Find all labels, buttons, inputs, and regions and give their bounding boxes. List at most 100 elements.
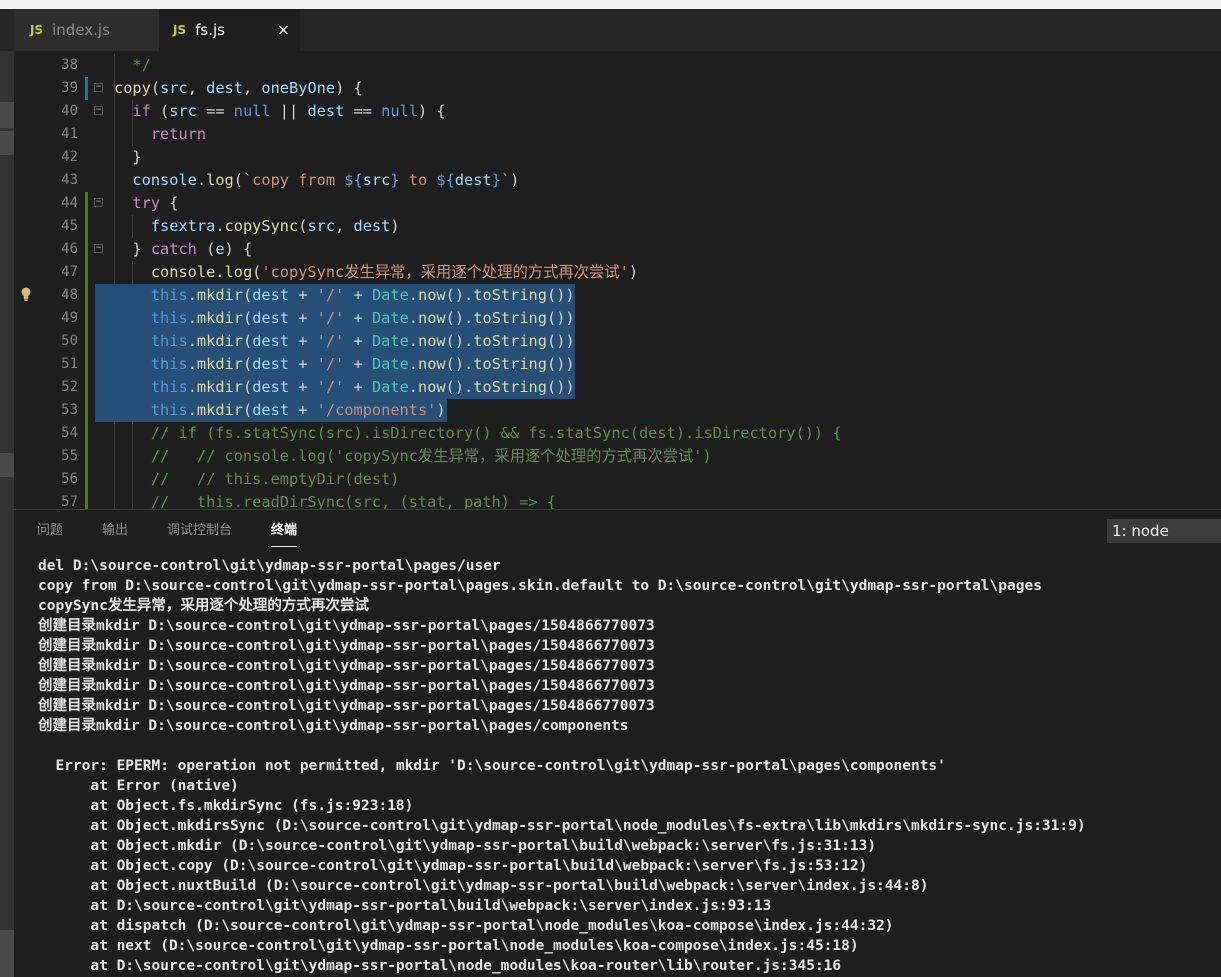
code-token: log: [206, 171, 234, 189]
code-token: Date: [371, 355, 409, 373]
tab-problems[interactable]: 问题: [37, 522, 63, 546]
code-token: now: [418, 378, 446, 396]
terminal-line: 创建目录mkdir D:\source-control\git\ydmap-ss…: [38, 658, 655, 674]
code-line: 42 }: [14, 146, 1221, 169]
gutter-added-marker: [85, 284, 88, 307]
code-token: console: [132, 171, 197, 189]
code-token: now: [418, 286, 446, 304]
code-line: 43 console.log(`copy from ${src} to ${de…: [14, 169, 1221, 192]
code-line: 38 */: [14, 54, 1221, 77]
code-token: now: [418, 309, 446, 327]
code-token: if: [132, 102, 151, 120]
code-text: */: [114, 54, 150, 77]
tab-fs-js[interactable]: JS fs.js ×: [159, 9, 300, 51]
gutter-added-marker: [85, 376, 88, 399]
fold-icon[interactable]: −: [94, 106, 103, 115]
code-token: dest: [206, 79, 243, 97]
code-token: try: [132, 194, 161, 212]
code-token: // this.readDirSync(src, (stat, path) =>…: [114, 493, 557, 509]
code-token: src: [362, 171, 391, 189]
code-editor[interactable]: 38 */ 39 − copy(src, dest, oneByOne) { 4…: [14, 51, 1221, 509]
code-token: copy: [114, 79, 151, 97]
code-text: // // console.log('copySync发生异常，采用逐个处理的方…: [114, 445, 712, 468]
code-token: this: [150, 401, 188, 419]
code-text: this.mkdir(dest + '/' + Date.now().toStr…: [150, 378, 575, 396]
code-token: dest: [252, 286, 290, 304]
js-file-icon: JS: [30, 23, 44, 37]
code-token: }: [390, 171, 400, 189]
code-token: '/': [316, 355, 345, 373]
code-text: fsextra.copySync(src, dest): [150, 217, 400, 235]
code-token: mkdir: [196, 286, 243, 304]
gutter-added-marker: [85, 192, 88, 215]
gutter-added-marker: [85, 422, 88, 445]
code-text: copy(src, dest, oneByOne) {: [114, 79, 363, 97]
line-number: 38: [61, 57, 78, 73]
code-token: now: [418, 332, 446, 350]
code-line: 56 // // this.emptyDir(dest): [14, 468, 1221, 491]
code-line: 41 return: [14, 123, 1221, 146]
line-number: 57: [61, 494, 78, 509]
line-number: 49: [61, 310, 78, 326]
code-token: null: [381, 102, 418, 120]
code-text: }: [114, 148, 142, 166]
terminal-line: at Error (native): [38, 778, 239, 794]
code-line: 51 this.mkdir(dest + '/' + Date.now().to…: [14, 353, 1221, 376]
line-number: 47: [61, 264, 78, 280]
fold-icon[interactable]: −: [94, 83, 103, 92]
code-token: dest: [252, 355, 290, 373]
fold-icon[interactable]: −: [94, 198, 103, 207]
code-token: src: [307, 217, 336, 235]
close-icon[interactable]: ×: [277, 20, 290, 40]
code-token: to: [399, 171, 437, 189]
terminal-line: copy from D:\source-control\git\ydmap-ss…: [38, 578, 1042, 594]
code-token: this: [150, 355, 188, 373]
code-text: // this.readDirSync(src, (stat, path) =>…: [114, 491, 556, 509]
terminal-line: del D:\source-control\git\ydmap-ssr-port…: [38, 558, 501, 574]
terminal-line: at Object.nuxtBuild (D:\source-control\g…: [38, 878, 929, 894]
bottom-panel: 问题 输出 调试控制台 终端 1: node del D:\source-con…: [14, 510, 1221, 977]
code-line: 50 this.mkdir(dest + '/' + Date.now().to…: [14, 330, 1221, 353]
code-line: 40 − if (src == null || dest == null) {: [14, 100, 1221, 123]
code-token: oneByOne: [261, 79, 336, 97]
code-token: toString: [473, 378, 547, 396]
code-token: toString: [473, 309, 547, 327]
code-token: this: [150, 332, 188, 350]
gutter-added-marker: [85, 399, 88, 422]
tab-index-js[interactable]: JS index.js: [14, 9, 159, 51]
line-number: 43: [61, 172, 78, 188]
terminal-output[interactable]: del D:\source-control\git\ydmap-ssr-port…: [38, 556, 1218, 976]
terminal-select[interactable]: 1: node: [1107, 519, 1221, 543]
panel-tab-bar: 问题 输出 调试控制台 终端 1: node: [14, 510, 1221, 548]
code-text: this.mkdir(dest + '/' + Date.now().toStr…: [150, 332, 575, 350]
code-token: dest: [252, 332, 290, 350]
terminal-line: Error: EPERM: operation not permitted, m…: [38, 758, 946, 774]
line-number: 40: [61, 103, 78, 119]
code-token: mkdir: [196, 401, 243, 419]
terminal-line: at Object.mkdir (D:\source-control\git\y…: [38, 838, 877, 854]
tab-debug-console[interactable]: 调试控制台: [167, 522, 232, 546]
code-token: `copy from: [242, 171, 345, 189]
code-line: 52 this.mkdir(dest + '/' + Date.now().to…: [14, 376, 1221, 399]
tab-output[interactable]: 输出: [102, 522, 128, 546]
code-line: 39 − copy(src, dest, oneByOne) {: [14, 77, 1221, 100]
code-token: '/': [316, 378, 345, 396]
tab-terminal[interactable]: 终端: [271, 522, 298, 547]
code-token: ${: [436, 171, 455, 189]
code-text: this.mkdir(dest + '/' + Date.now().toStr…: [150, 309, 575, 327]
code-line: 49 this.mkdir(dest + '/' + Date.now().to…: [14, 307, 1221, 330]
code-token: Date: [371, 332, 409, 350]
code-line: 47 console.log('copySync发生异常，采用逐个处理的方式再次…: [14, 261, 1221, 284]
code-token: '/components': [316, 401, 437, 419]
code-token: this: [150, 378, 188, 396]
lightbulb-icon[interactable]: [20, 286, 32, 304]
terminal-line: at D:\source-control\git\ydmap-ssr-porta…: [38, 958, 842, 974]
fold-icon[interactable]: −: [94, 244, 103, 253]
line-number: 48: [61, 287, 78, 303]
code-token: }: [491, 171, 501, 189]
code-text: console.log('copySync发生异常，采用逐个处理的方式再次尝试'…: [150, 263, 639, 281]
code-text: } catch (e) {: [114, 240, 253, 258]
code-token: catch: [150, 240, 197, 258]
code-token: return: [150, 125, 207, 143]
code-token: Date: [371, 309, 409, 327]
